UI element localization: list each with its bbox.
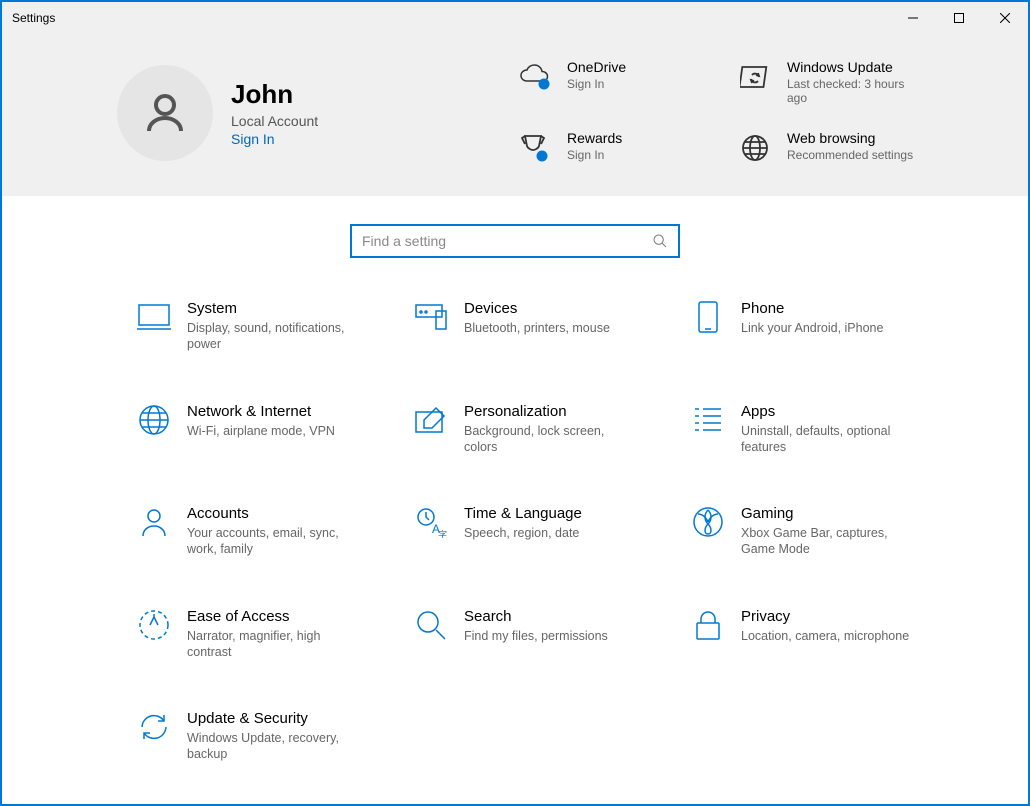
window-title: Settings [12,11,55,25]
search-icon [652,233,668,249]
window-controls [890,2,1028,34]
category-title: Update & Security [187,710,357,727]
category-sub: Xbox Game Bar, captures, Game Mode [741,525,911,558]
devices-icon [414,300,448,334]
categories-grid: System Display, sound, notifications, po… [2,280,1028,793]
svg-text:字: 字 [438,529,447,538]
ease-icon [137,608,171,642]
category-title: Accounts [187,505,357,522]
quick-windows-update[interactable]: Windows Update Last checked: 3 hours ago [737,59,917,105]
user-text: John Local Account Sign In [231,79,318,147]
category-sub: Bluetooth, printers, mouse [464,320,610,336]
quick-rewards[interactable]: Rewards Sign In [517,130,697,166]
user-name: John [231,79,318,110]
quick-title: Web browsing [787,130,913,146]
personalization-icon [414,403,448,437]
update-security-icon [137,710,171,744]
search-wrap [2,196,1028,280]
category-sub: Windows Update, recovery, backup [187,730,357,763]
category-title: System [187,300,357,317]
category-title: Time & Language [464,505,582,522]
category-title: Privacy [741,608,909,625]
category-personalization[interactable]: Personalization Background, lock screen,… [414,403,671,456]
category-title: Search [464,608,608,625]
quick-links: OneDrive Sign In Windows Update Last che… [517,59,917,166]
category-sub: Your accounts, email, sync, work, family [187,525,357,558]
user-block[interactable]: John Local Account Sign In [117,59,467,166]
category-title: Gaming [741,505,911,522]
category-apps[interactable]: Apps Uninstall, defaults, optional featu… [691,403,948,456]
quick-web-browsing[interactable]: Web browsing Recommended settings [737,130,917,166]
category-title: Ease of Access [187,608,357,625]
titlebar: Settings [2,2,1028,34]
category-title: Devices [464,300,610,317]
network-icon [137,403,171,437]
category-title: Apps [741,403,911,420]
category-sub: Uninstall, defaults, optional features [741,423,911,456]
globe-icon [737,130,773,166]
onedrive-icon [517,59,553,95]
category-gaming[interactable]: Gaming Xbox Game Bar, captures, Game Mod… [691,505,948,558]
category-sub: Wi-Fi, airplane mode, VPN [187,423,335,439]
category-devices[interactable]: Devices Bluetooth, printers, mouse [414,300,671,353]
category-ease-of-access[interactable]: Ease of Access Narrator, magnifier, high… [137,608,394,661]
minimize-button[interactable] [890,2,936,34]
category-title: Network & Internet [187,403,335,420]
search-category-icon [414,608,448,642]
header: John Local Account Sign In OneDrive Sign… [2,34,1028,196]
privacy-icon [691,608,725,642]
quick-onedrive[interactable]: OneDrive Sign In [517,59,697,105]
category-update-security[interactable]: Update & Security Windows Update, recove… [137,710,394,763]
quick-title: OneDrive [567,59,626,75]
category-sub: Narrator, magnifier, high contrast [187,628,357,661]
quick-sub: Sign In [567,148,622,162]
category-network[interactable]: Network & Internet Wi-Fi, airplane mode,… [137,403,394,456]
phone-icon [691,300,725,334]
category-search[interactable]: Search Find my files, permissions [414,608,671,661]
category-title: Personalization [464,403,634,420]
search-input[interactable] [362,233,652,249]
avatar [117,65,213,161]
signin-link[interactable]: Sign In [231,131,318,147]
category-system[interactable]: System Display, sound, notifications, po… [137,300,394,353]
search-box[interactable] [350,224,680,258]
close-button[interactable] [982,2,1028,34]
category-time[interactable]: A字 Time & Language Speech, region, date [414,505,671,558]
system-icon [137,300,171,334]
quick-sub: Recommended settings [787,148,913,162]
update-icon [737,59,773,95]
rewards-icon [517,130,553,166]
category-phone[interactable]: Phone Link your Android, iPhone [691,300,948,353]
accounts-icon [137,505,171,539]
category-title: Phone [741,300,883,317]
quick-title: Windows Update [787,59,917,75]
category-sub: Background, lock screen, colors [464,423,634,456]
quick-sub: Last checked: 3 hours ago [787,77,917,105]
category-sub: Display, sound, notifications, power [187,320,357,353]
category-sub: Speech, region, date [464,525,582,541]
category-sub: Link your Android, iPhone [741,320,883,336]
category-sub: Location, camera, microphone [741,628,909,644]
time-icon: A字 [414,505,448,539]
account-type: Local Account [231,113,318,129]
gaming-icon [691,505,725,539]
category-sub: Find my files, permissions [464,628,608,644]
quick-title: Rewards [567,130,622,146]
quick-sub: Sign In [567,77,626,91]
category-privacy[interactable]: Privacy Location, camera, microphone [691,608,948,661]
maximize-button[interactable] [936,2,982,34]
category-accounts[interactable]: Accounts Your accounts, email, sync, wor… [137,505,394,558]
apps-icon [691,403,725,437]
